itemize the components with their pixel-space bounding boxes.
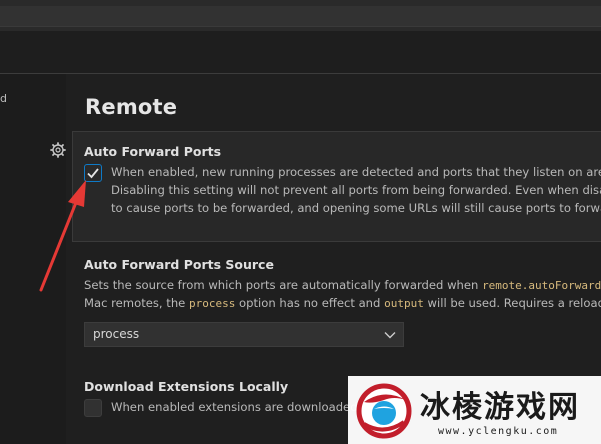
title-bar [0, 0, 601, 31]
download-extensions-locally-checkbox[interactable] [84, 399, 102, 417]
watermark: 冰棱游戏网 www.yclengku.com [348, 376, 601, 444]
auto-forward-ports-source-select[interactable]: process [84, 322, 404, 347]
toc-item-partial[interactable]: d [0, 92, 7, 105]
download-extensions-locally-desc: When enabled extensions are downloaded [111, 400, 358, 414]
auto-forward-ports-desc-1: When enabled, new running processes are … [111, 165, 601, 179]
auto-forward-ports-desc-3: to cause ports to be forwarded, and open… [111, 201, 601, 215]
auto-forward-ports-desc-2: Disabling this setting will not prevent … [111, 183, 601, 197]
select-value: process [93, 327, 140, 341]
auto-forward-ports-source-title: Auto Forward Ports Source [84, 257, 274, 272]
settings-toc: d [0, 74, 66, 444]
watermark-url: www.yclengku.com [438, 426, 559, 437]
auto-forward-ports-source-desc-1: Sets the source from which ports are aut… [84, 278, 601, 292]
auto-forward-ports-title: Auto Forward Ports [84, 144, 222, 159]
watermark-text: 冰棱游戏网 [420, 390, 580, 425]
auto-forward-ports-source-desc-2: Mac remotes, the process option has no e… [84, 296, 601, 310]
download-extensions-locally-title: Download Extensions Locally [84, 379, 289, 394]
check-icon [87, 168, 99, 179]
setting-id-code[interactable]: remote.autoForward [482, 279, 601, 292]
gear-icon[interactable] [50, 142, 66, 158]
chevron-down-icon [384, 332, 396, 339]
auto-forward-ports-checkbox[interactable] [84, 164, 102, 182]
settings-header [0, 31, 601, 74]
settings-search-bar[interactable] [0, 6, 601, 27]
watermark-logo-icon [356, 383, 412, 439]
section-title: Remote [85, 95, 178, 119]
